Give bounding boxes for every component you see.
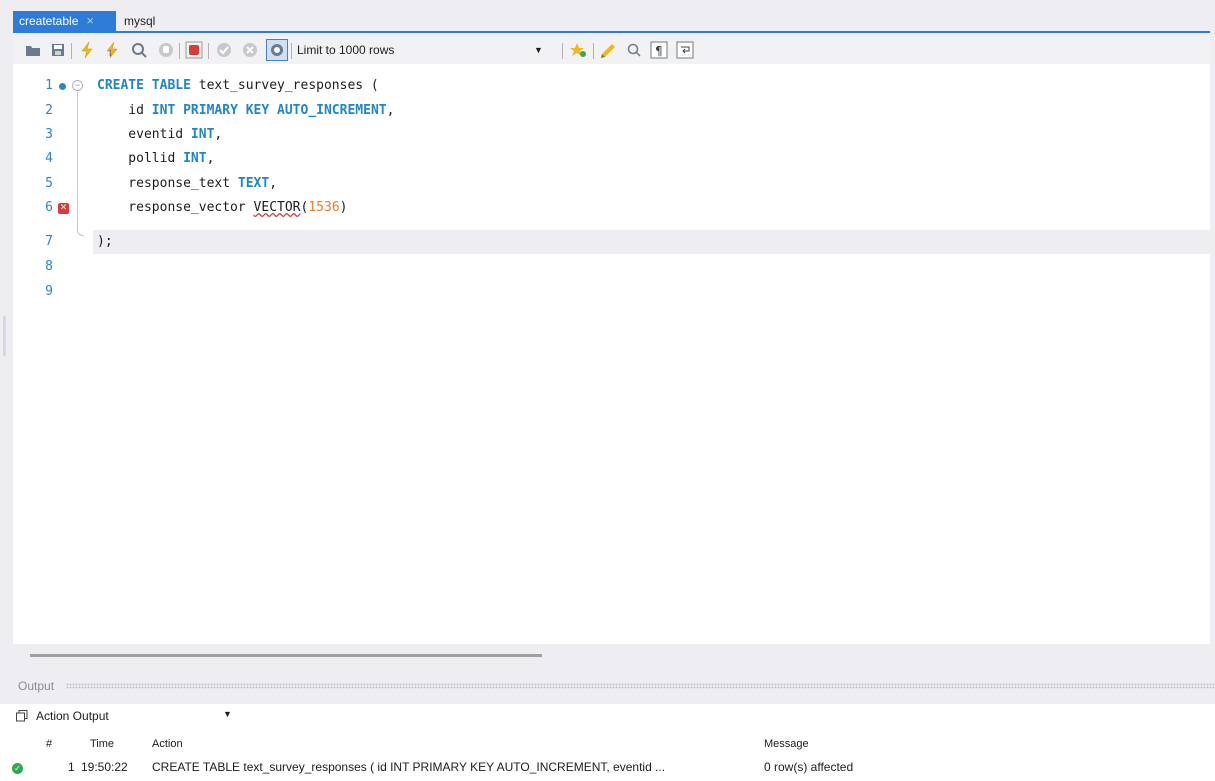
code-token: , bbox=[269, 176, 278, 191]
svg-text:I: I bbox=[109, 49, 111, 58]
toolbar-separator bbox=[291, 43, 292, 59]
col-header-num[interactable]: # bbox=[46, 738, 52, 750]
code-token: CREATE TABLE bbox=[97, 78, 191, 93]
code-line-7: ); bbox=[97, 234, 113, 249]
code-token: INT bbox=[190, 127, 215, 142]
tab-label: createtable bbox=[19, 14, 79, 28]
toggle-error-icon[interactable] bbox=[184, 40, 204, 60]
toolbar-separator bbox=[593, 43, 594, 59]
tab-createtable[interactable]: createtable × bbox=[13, 11, 116, 31]
code-token: eventid bbox=[97, 127, 191, 142]
horizontal-scrollbar[interactable] bbox=[30, 654, 542, 657]
autocommit-icon[interactable] bbox=[266, 39, 288, 61]
success-icon: ✓ bbox=[12, 763, 23, 774]
toolbar-separator bbox=[562, 43, 563, 59]
statement-marker-icon bbox=[59, 83, 66, 90]
line-number: 8 bbox=[45, 259, 53, 274]
output-type-label: Action Output bbox=[36, 709, 109, 723]
limit-rows-dropdown[interactable]: Limit to 1000 rows ▼ bbox=[297, 41, 543, 59]
line-number: 3 bbox=[45, 127, 53, 142]
splitter-handle[interactable] bbox=[3, 316, 6, 356]
wrap-icon[interactable] bbox=[675, 40, 695, 60]
sql-toolbar: I Limit to 1000 rows ▼ ¶ bbox=[13, 36, 1210, 64]
code-token: response_vector bbox=[97, 200, 254, 215]
code-line-2: id INT PRIMARY KEY AUTO_INCREMENT, bbox=[97, 103, 394, 118]
col-header-time[interactable]: Time bbox=[90, 738, 114, 750]
tab-bar: createtable × mysql bbox=[0, 0, 1215, 36]
line-number: 7 bbox=[45, 234, 53, 249]
stop-icon[interactable] bbox=[156, 40, 176, 60]
line-number: 6 bbox=[45, 200, 53, 215]
output-panel: Action Output ▼ # Time Action Message ✓ … bbox=[0, 704, 1215, 781]
code-token: INT bbox=[183, 151, 207, 166]
line-number: 4 bbox=[45, 151, 53, 166]
code-token: INT PRIMARY KEY AUTO_INCREMENT bbox=[151, 103, 387, 118]
fold-guide bbox=[77, 92, 78, 232]
line-number: 1 bbox=[45, 78, 53, 93]
syntax-error-icon[interactable]: ✕ bbox=[58, 203, 69, 214]
code-token: TEXT bbox=[237, 176, 270, 191]
limit-label: Limit to 1000 rows bbox=[297, 43, 395, 57]
close-icon[interactable]: × bbox=[86, 13, 94, 28]
row-action: CREATE TABLE text_survey_responses ( id … bbox=[152, 760, 666, 774]
code-token: , bbox=[206, 151, 215, 166]
find-icon[interactable] bbox=[624, 40, 644, 60]
line-number: 2 bbox=[45, 103, 53, 118]
toolbar-separator bbox=[179, 43, 180, 59]
line-number: 5 bbox=[45, 176, 53, 191]
svg-text:¶: ¶ bbox=[655, 44, 663, 58]
code-line-4: pollid INT, bbox=[97, 151, 214, 166]
toolbar-separator bbox=[208, 43, 209, 59]
code-token-error: VECTOR bbox=[253, 200, 301, 215]
sql-editor[interactable]: 1 − CREATE TABLE text_survey_responses (… bbox=[13, 64, 1210, 644]
invisible-chars-icon[interactable]: ¶ bbox=[649, 40, 669, 60]
chevron-down-icon: ▼ bbox=[223, 709, 232, 719]
save-icon[interactable] bbox=[48, 40, 68, 60]
drag-grip[interactable] bbox=[66, 683, 1215, 689]
row-time: 19:50:22 bbox=[81, 760, 128, 774]
code-token: id bbox=[97, 103, 152, 118]
bookmark-icon[interactable] bbox=[568, 40, 588, 60]
code-line-3: eventid INT, bbox=[97, 127, 222, 142]
code-line-6: response_vector VECTOR(1536) bbox=[97, 200, 347, 215]
tab-mysql[interactable]: mysql bbox=[118, 11, 161, 31]
code-token: , bbox=[214, 127, 223, 142]
copy-icon[interactable] bbox=[16, 710, 28, 722]
code-token: pollid bbox=[97, 151, 184, 166]
toolbar-separator bbox=[71, 43, 72, 59]
code-line-5: response_text TEXT, bbox=[97, 176, 277, 191]
code-token: ); bbox=[97, 234, 113, 249]
tab-label: mysql bbox=[124, 14, 156, 28]
row-num: 1 bbox=[68, 760, 75, 774]
code-token: response_text bbox=[97, 176, 238, 191]
fold-end bbox=[77, 229, 84, 236]
output-header: Output bbox=[0, 674, 1215, 698]
code-token: text_survey_responses ( bbox=[198, 78, 379, 93]
code-token: , bbox=[386, 103, 395, 118]
left-sidebar-edge bbox=[0, 36, 9, 646]
code-token: 1536 bbox=[308, 200, 340, 215]
line-number: 9 bbox=[45, 284, 53, 299]
open-folder-icon[interactable] bbox=[23, 40, 43, 60]
col-header-action[interactable]: Action bbox=[152, 738, 183, 750]
explain-icon[interactable] bbox=[130, 40, 150, 60]
col-header-message[interactable]: Message bbox=[764, 738, 809, 750]
rollback-icon[interactable] bbox=[240, 40, 260, 60]
tab-underline bbox=[13, 31, 1210, 33]
commit-icon[interactable] bbox=[214, 40, 234, 60]
beautify-icon[interactable] bbox=[599, 40, 619, 60]
output-type-dropdown[interactable]: Action Output ▼ bbox=[16, 709, 232, 723]
code-token: ) bbox=[339, 200, 348, 215]
execute-current-icon[interactable]: I bbox=[103, 40, 123, 60]
row-message: 0 row(s) affected bbox=[764, 760, 854, 774]
output-title: Output bbox=[18, 679, 55, 693]
fold-collapse-icon[interactable]: − bbox=[72, 80, 83, 91]
execute-icon[interactable] bbox=[77, 40, 97, 60]
current-line-highlight bbox=[93, 230, 1210, 254]
code-line-1: CREATE TABLE text_survey_responses ( bbox=[97, 78, 379, 93]
